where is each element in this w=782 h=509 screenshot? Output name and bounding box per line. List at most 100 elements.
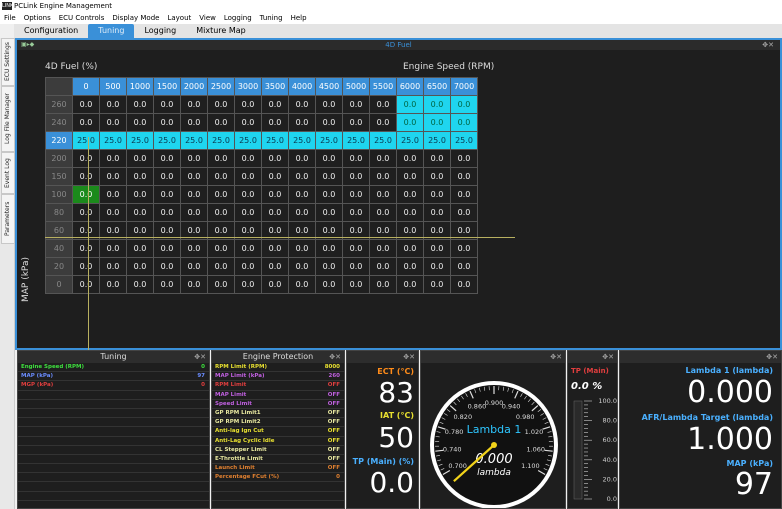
map-axis-cell[interactable]: 220	[45, 131, 73, 150]
fuel-cell[interactable]: 0.0	[423, 239, 451, 258]
fuel-cell[interactable]: 0.0	[450, 185, 478, 204]
fuel-cell[interactable]: 25.0	[180, 131, 208, 150]
rpm-axis-cell[interactable]: 0	[72, 77, 100, 96]
fuel-cell[interactable]: 0.0	[234, 239, 262, 258]
fuel-cell[interactable]: 0.0	[450, 95, 478, 114]
fuel-cell[interactable]: 0.0	[207, 95, 235, 114]
rpm-axis-cell[interactable]: 500	[99, 77, 127, 96]
fuel-cell[interactable]: 0.0	[315, 257, 343, 276]
menu-tuning[interactable]: Tuning	[260, 14, 283, 22]
map-axis-cell[interactable]: 40	[45, 239, 73, 258]
rpm-axis-cell[interactable]: 4000	[288, 77, 316, 96]
map-axis-cell[interactable]: 80	[45, 203, 73, 222]
fuel-cell[interactable]: 0.0	[396, 257, 424, 276]
fuel-cell[interactable]: 0.0	[207, 167, 235, 186]
rpm-axis-cell[interactable]: 7000	[450, 77, 478, 96]
rpm-axis-cell[interactable]: 2000	[180, 77, 208, 96]
fuel-cell[interactable]: 25.0	[99, 131, 127, 150]
panel-pin-close-icon[interactable]: ✥✕	[194, 351, 206, 363]
fuel-cell[interactable]: 0.0	[369, 275, 397, 294]
fuel-cell[interactable]: 0.0	[234, 185, 262, 204]
panel-pin-close-icon[interactable]: ✥✕	[329, 351, 341, 363]
fuel-cell[interactable]: 25.0	[207, 131, 235, 150]
rpm-axis-cell[interactable]: 4500	[315, 77, 343, 96]
fuel-cell[interactable]: 0.0	[99, 239, 127, 258]
fuel-cell[interactable]: 0.0	[450, 275, 478, 294]
fuel-cell[interactable]: 0.0	[153, 185, 181, 204]
fuel-cell[interactable]: 0.0	[315, 203, 343, 222]
fuel-cell[interactable]: 0.0	[261, 95, 289, 114]
fuel-cell[interactable]: 0.0	[396, 167, 424, 186]
fuel-cell[interactable]: 0.0	[342, 203, 370, 222]
fuel-cell[interactable]: 0.0	[261, 275, 289, 294]
fuel-cell[interactable]: 0.0	[288, 167, 316, 186]
sidebar-tab-event-log[interactable]: Event Log	[1, 152, 15, 194]
fuel-cell[interactable]: 0.0	[342, 167, 370, 186]
fuel-cell[interactable]: 25.0	[288, 131, 316, 150]
map-axis-cell[interactable]: 150	[45, 167, 73, 186]
fuel-cell[interactable]: 0.0	[315, 275, 343, 294]
sidebar-tab-parameters[interactable]: Parameters	[1, 194, 15, 244]
fuel-cell[interactable]: 0.0	[180, 275, 208, 294]
fuel-cell[interactable]: 0.0	[315, 95, 343, 114]
fuel-cell[interactable]: 0.0	[180, 167, 208, 186]
fuel-cell[interactable]: 0.0	[423, 149, 451, 168]
fuel-cell[interactable]: 25.0	[261, 131, 289, 150]
fuel-cell[interactable]: 0.0	[72, 275, 100, 294]
tab-tuning[interactable]: Tuning	[88, 24, 135, 38]
fuel-cell[interactable]: 0.0	[315, 149, 343, 168]
fuel-cell[interactable]: 0.0	[126, 257, 154, 276]
fuel-cell[interactable]: 0.0	[72, 167, 100, 186]
fuel-cell[interactable]: 0.0	[261, 149, 289, 168]
map-axis-cell[interactable]: 200	[45, 149, 73, 168]
tab-mixture-map[interactable]: Mixture Map	[186, 24, 256, 38]
panel-pin-close-icon[interactable]: ✥✕	[403, 351, 415, 363]
fuel-cell[interactable]: 25.0	[315, 131, 343, 150]
fuel-cell[interactable]: 0.0	[288, 185, 316, 204]
fuel-cell[interactable]: 25.0	[342, 131, 370, 150]
fuel-cell[interactable]: 25.0	[153, 131, 181, 150]
fuel-cell[interactable]: 0.0	[72, 257, 100, 276]
fuel-cell[interactable]: 0.0	[261, 113, 289, 132]
fuel-cell[interactable]: 0.0	[207, 275, 235, 294]
fuel-cell[interactable]: 0.0	[423, 113, 451, 132]
fuel-cell[interactable]: 0.0	[180, 239, 208, 258]
fuel-cell[interactable]: 0.0	[207, 257, 235, 276]
rpm-axis-cell[interactable]: 5500	[369, 77, 397, 96]
fuel-cell[interactable]: 0.0	[288, 95, 316, 114]
fuel-cell[interactable]: 0.0	[153, 149, 181, 168]
fuel-cell[interactable]: 0.0	[153, 203, 181, 222]
fuel-cell[interactable]: 0.0	[207, 149, 235, 168]
panel-pin-close-icon[interactable]: ✥✕	[762, 40, 774, 50]
fuel-cell[interactable]: 0.0	[180, 257, 208, 276]
rpm-axis-cell[interactable]: 2500	[207, 77, 235, 96]
fuel-cell[interactable]: 0.0	[261, 185, 289, 204]
fuel-cell[interactable]: 0.0	[126, 167, 154, 186]
fuel-cell[interactable]: 25.0	[234, 131, 262, 150]
fuel-cell[interactable]: 0.0	[180, 113, 208, 132]
fuel-cell[interactable]: 0.0	[396, 95, 424, 114]
map-axis-cell[interactable]: 260	[45, 95, 73, 114]
fuel-cell[interactable]: 0.0	[99, 149, 127, 168]
fuel-cell[interactable]: 0.0	[288, 149, 316, 168]
fuel-cell[interactable]: 0.0	[234, 95, 262, 114]
fuel-table[interactable]: 0 500 1000 1500 2000 2500 3000 3500 4000 4500 5000…	[45, 77, 478, 294]
fuel-cell[interactable]: 0.0	[450, 257, 478, 276]
menu-logging[interactable]: Logging	[224, 14, 252, 22]
map-axis-cell[interactable]: 240	[45, 113, 73, 132]
panel-pin-close-icon[interactable]: ✥✕	[602, 351, 614, 363]
fuel-cell[interactable]: 0.0	[126, 149, 154, 168]
fuel-cell[interactable]: 0.0	[423, 203, 451, 222]
fuel-cell[interactable]: 0.0	[423, 95, 451, 114]
rpm-axis-cell[interactable]: 1500	[153, 77, 181, 96]
fuel-cell[interactable]: 0.0	[342, 149, 370, 168]
fuel-cell[interactable]: 0.0	[99, 95, 127, 114]
fuel-cell[interactable]: 0.0	[423, 257, 451, 276]
fuel-cell[interactable]: 0.0	[99, 275, 127, 294]
fuel-cell[interactable]: 0.0	[423, 275, 451, 294]
fuel-cell[interactable]: 0.0	[342, 185, 370, 204]
fuel-cell[interactable]: 0.0	[99, 167, 127, 186]
fuel-cell[interactable]: 0.0	[288, 275, 316, 294]
fuel-cell[interactable]: 0.0	[261, 203, 289, 222]
fuel-cell[interactable]: 0.0	[396, 113, 424, 132]
